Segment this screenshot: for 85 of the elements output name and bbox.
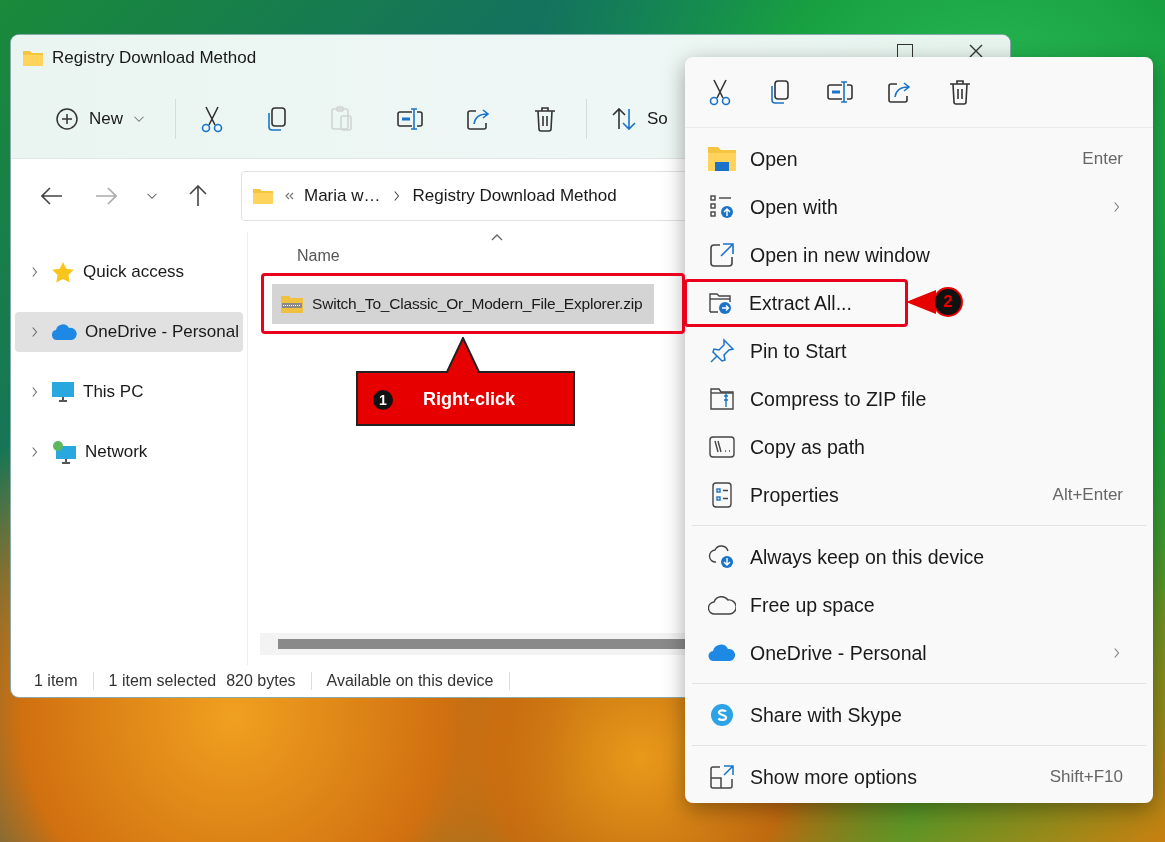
paste-icon xyxy=(330,105,354,133)
network-icon xyxy=(51,440,77,464)
app-list-icon xyxy=(709,194,735,220)
zip-folder-icon xyxy=(709,387,735,411)
share-icon xyxy=(887,80,913,104)
menu-item[interactable]: Free up space xyxy=(685,581,887,629)
skype-icon xyxy=(710,703,734,727)
copy-icon xyxy=(266,106,288,132)
folder-icon xyxy=(22,48,44,67)
pointer-arrow xyxy=(906,288,936,316)
external-window-icon xyxy=(709,242,735,268)
menu-item[interactable]: Open in new window xyxy=(685,231,942,279)
cloud-icon xyxy=(708,644,736,662)
folder-icon xyxy=(707,146,737,172)
status-text: 820 bytes xyxy=(226,672,296,690)
right-arrow-icon xyxy=(95,186,117,205)
nav-item[interactable]: OneDrive - Personal xyxy=(15,312,243,352)
up-arrow-icon xyxy=(189,184,207,207)
close-icon[interactable] xyxy=(969,44,983,58)
horizontal-scrollbar[interactable] xyxy=(260,633,686,655)
menu-item-label: Pin to Start xyxy=(750,339,847,363)
cut-icon xyxy=(708,78,732,106)
menu-item[interactable]: Share with Skype xyxy=(685,691,914,739)
zip-folder-icon xyxy=(280,294,304,314)
status-text: 1 item xyxy=(34,672,78,690)
cloud-icon xyxy=(51,323,77,341)
file-row[interactable]: Switch_To_Classic_Or_Modern_File_Explorer.zip xyxy=(272,284,655,324)
menu-item-label: Free up space xyxy=(750,593,875,617)
breadcrumb-item[interactable]: Registry Download Method xyxy=(412,185,617,206)
monitor-icon xyxy=(51,381,75,403)
menu-item-label: Compress to ZIP file xyxy=(750,387,927,411)
trash-icon xyxy=(949,79,971,105)
nav-item[interactable]: Network xyxy=(15,432,243,472)
step-number: 2 xyxy=(935,289,961,315)
sort-icon xyxy=(611,107,637,131)
plus-circle-icon xyxy=(55,107,79,131)
menu-item-label: Copy as path xyxy=(750,435,865,459)
menu-item-label: Always keep on this device xyxy=(750,545,985,569)
menu-item[interactable]: Properties Alt+Enter xyxy=(685,471,1153,519)
menu-item-label: Open in new window xyxy=(750,243,930,267)
trash-icon xyxy=(534,106,556,132)
menu-item-label: Open xyxy=(750,147,798,171)
menu-item-label: Open with xyxy=(750,195,838,219)
rename-icon xyxy=(396,107,424,131)
cloud-download-icon xyxy=(708,544,736,570)
left-arrow-icon xyxy=(41,186,63,205)
plus-circle-button[interactable]: New xyxy=(37,98,163,140)
nav-item[interactable]: Quick access xyxy=(15,252,243,292)
menu-item[interactable]: Compress to ZIP file xyxy=(685,375,939,423)
shortcut-text: Alt+Enter xyxy=(1052,485,1123,505)
expand-icon xyxy=(709,764,735,790)
folder-arrow-icon xyxy=(708,291,734,315)
rename-icon xyxy=(826,80,854,104)
overflow-icon xyxy=(284,190,294,201)
window-title: Registry Download Method xyxy=(52,47,257,68)
folder-icon xyxy=(252,186,274,205)
path-icon xyxy=(709,436,735,458)
menu-item-label: Show more options xyxy=(750,765,917,789)
menu-item[interactable]: Show more options Shift+F10 xyxy=(685,753,1153,801)
shortcut-text: Enter xyxy=(1082,149,1123,169)
menu-item-label: Properties xyxy=(750,483,839,507)
cloud-icon xyxy=(708,595,736,615)
breadcrumb-item[interactable]: Maria w… xyxy=(304,185,381,206)
shortcut-text: Shift+F10 xyxy=(1049,767,1123,787)
status-text: 1 item selected xyxy=(108,672,217,690)
menu-item[interactable]: Extract All... xyxy=(684,279,908,327)
menu-item-label: OneDrive - Personal xyxy=(750,641,927,665)
share-icon xyxy=(466,107,492,131)
cut-icon xyxy=(200,105,224,133)
menu-item[interactable]: Copy as path xyxy=(685,423,877,471)
status-text: Available on this device xyxy=(326,672,494,690)
copy-icon xyxy=(769,79,791,105)
star-icon xyxy=(51,261,75,283)
properties-icon xyxy=(712,482,732,508)
column-header[interactable]: Name xyxy=(297,247,340,265)
sort-button[interactable]: So xyxy=(593,98,686,140)
sort-caret-icon xyxy=(490,232,504,242)
menu-item[interactable]: Always keep on this device xyxy=(685,533,997,581)
menu-item-label: Share with Skype xyxy=(750,703,902,727)
pin-icon xyxy=(709,338,735,364)
menu-item[interactable]: OneDrive - Personal xyxy=(685,629,1153,677)
menu-item[interactable]: Pin to Start xyxy=(685,327,859,375)
menu-item-label: Extract All... xyxy=(749,291,852,315)
nav-item[interactable]: This PC xyxy=(15,372,243,412)
callout-text: Right-click xyxy=(423,389,515,410)
